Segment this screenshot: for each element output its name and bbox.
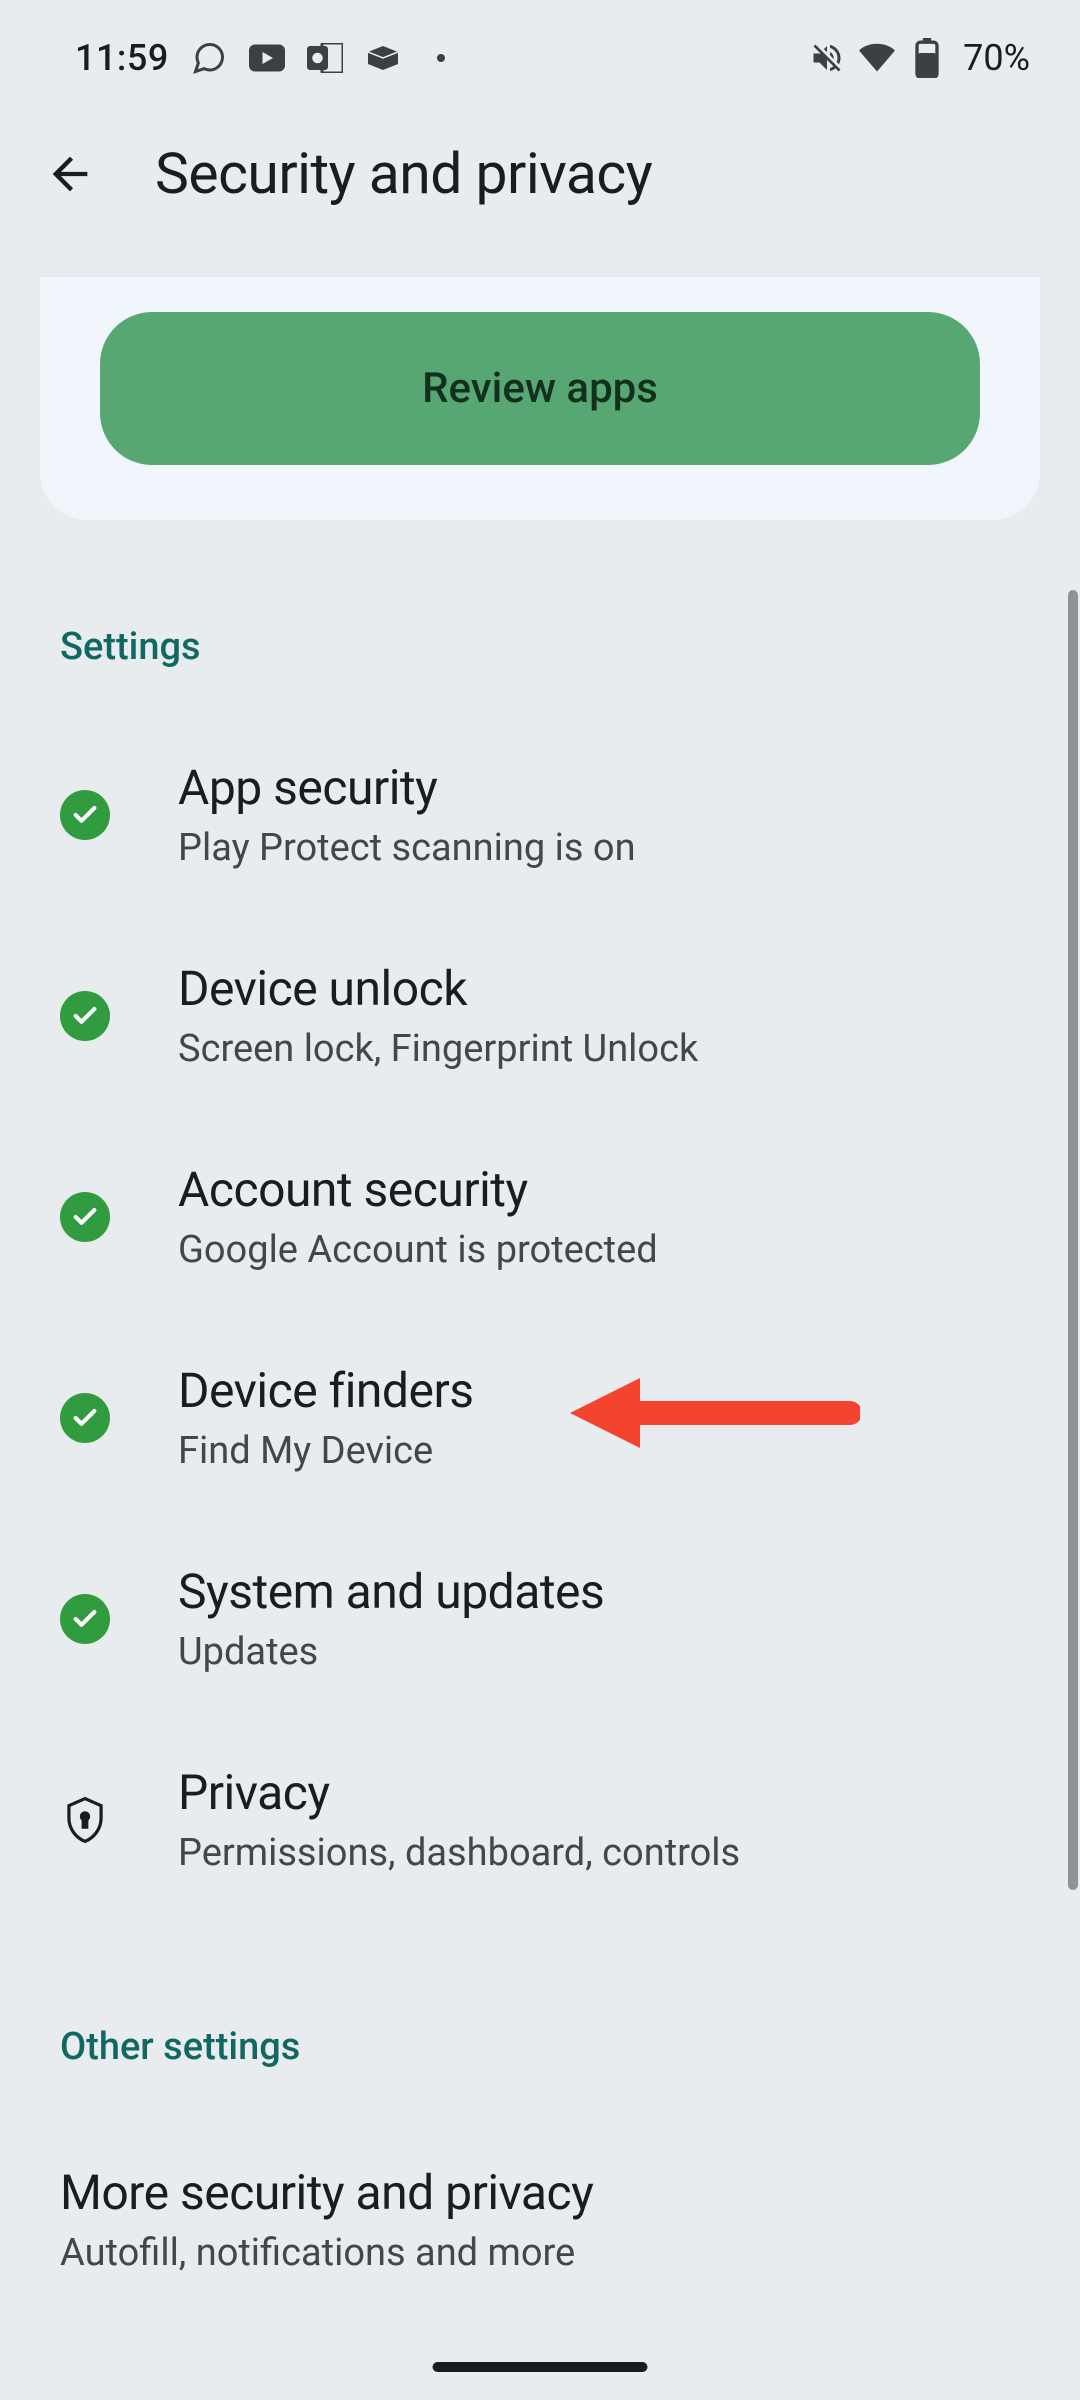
navigation-handle[interactable] bbox=[433, 2362, 648, 2372]
check-icon bbox=[60, 790, 110, 840]
settings-text: Device unlock Screen lock, Fingerprint U… bbox=[178, 960, 1020, 1071]
settings-item-subtitle: Find My Device bbox=[178, 1429, 1020, 1473]
settings-text: System and updates Updates bbox=[178, 1563, 1020, 1674]
status-left: 11:59 bbox=[75, 37, 445, 79]
settings-item-subtitle: Permissions, dashboard, controls bbox=[178, 1831, 1020, 1875]
box-icon bbox=[365, 40, 401, 76]
battery-icon bbox=[909, 40, 945, 76]
settings-item-title: App security bbox=[178, 759, 1020, 816]
other-item-subtitle: Autofill, notifications and more bbox=[60, 2231, 1020, 2275]
settings-text: Account security Google Account is prote… bbox=[178, 1161, 1020, 1272]
check-icon bbox=[60, 1192, 110, 1242]
settings-item-title: Device finders bbox=[178, 1362, 1020, 1419]
settings-item-app-security[interactable]: App security Play Protect scanning is on bbox=[0, 714, 1080, 915]
battery-percent: 70% bbox=[963, 37, 1030, 79]
other-item-title: More security and privacy bbox=[60, 2164, 1020, 2221]
settings-item-device-unlock[interactable]: Device unlock Screen lock, Fingerprint U… bbox=[0, 915, 1080, 1116]
settings-item-more-security[interactable]: More security and privacy Autofill, noti… bbox=[0, 2114, 1080, 2325]
settings-text: Device finders Find My Device bbox=[178, 1362, 1020, 1473]
settings-item-subtitle: Updates bbox=[178, 1630, 1020, 1674]
settings-item-title: Device unlock bbox=[178, 960, 1020, 1017]
whatsapp-icon bbox=[191, 40, 227, 76]
settings-item-title: System and updates bbox=[178, 1563, 1020, 1620]
review-apps-button[interactable]: Review apps bbox=[100, 312, 980, 465]
settings-item-privacy[interactable]: Privacy Permissions, dashboard, controls bbox=[0, 1719, 1080, 1920]
shield-icon bbox=[60, 1795, 110, 1845]
check-icon bbox=[60, 1594, 110, 1644]
settings-item-subtitle: Google Account is protected bbox=[178, 1228, 1020, 1272]
more-notifications-dot bbox=[437, 54, 445, 62]
status-bar: 11:59 bbox=[0, 0, 1080, 110]
app-bar: Security and privacy bbox=[0, 110, 1080, 277]
settings-text: Privacy Permissions, dashboard, controls bbox=[178, 1764, 1020, 1875]
scrollbar[interactable] bbox=[1068, 590, 1078, 1890]
youtube-icon bbox=[249, 40, 285, 76]
settings-text: App security Play Protect scanning is on bbox=[178, 759, 1020, 870]
settings-item-subtitle: Play Protect scanning is on bbox=[178, 826, 1020, 870]
settings-item-device-finders[interactable]: Device finders Find My Device bbox=[0, 1317, 1080, 1518]
status-time: 11:59 bbox=[75, 37, 169, 79]
wifi-icon bbox=[859, 40, 895, 76]
settings-section-header: Settings bbox=[0, 520, 1080, 714]
page-title: Security and privacy bbox=[155, 140, 652, 207]
mute-icon bbox=[809, 40, 845, 76]
check-icon bbox=[60, 991, 110, 1041]
settings-item-account-security[interactable]: Account security Google Account is prote… bbox=[0, 1116, 1080, 1317]
outlook-icon bbox=[307, 40, 343, 76]
review-card: Review apps bbox=[40, 277, 1040, 520]
arrow-back-icon bbox=[44, 148, 96, 200]
check-icon bbox=[60, 1393, 110, 1443]
settings-item-title: Account security bbox=[178, 1161, 1020, 1218]
settings-item-title: Privacy bbox=[178, 1764, 1020, 1821]
settings-item-system-updates[interactable]: System and updates Updates bbox=[0, 1518, 1080, 1719]
other-settings-section-header: Other settings bbox=[0, 1920, 1080, 2114]
status-right: 70% bbox=[809, 37, 1030, 79]
settings-item-subtitle: Screen lock, Fingerprint Unlock bbox=[178, 1027, 1020, 1071]
back-button[interactable] bbox=[40, 144, 100, 204]
